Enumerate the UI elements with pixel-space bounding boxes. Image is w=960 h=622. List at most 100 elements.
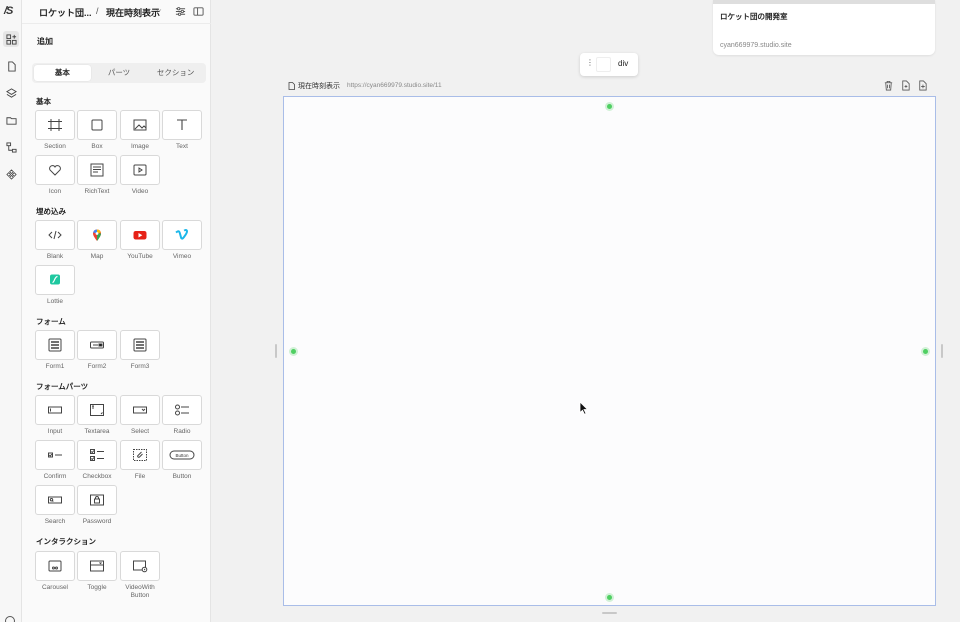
pages-icon[interactable]: [3, 58, 19, 74]
element-carousel[interactable]: Carousel: [35, 551, 75, 592]
element-confirm[interactable]: Confirm: [35, 440, 75, 481]
radio-icon: [175, 404, 189, 416]
button-icon: Button: [169, 450, 195, 460]
frame-label[interactable]: 現在時刻表示: [288, 81, 340, 91]
element-section[interactable]: Section: [35, 110, 75, 151]
selection-chip[interactable]: ⋮⋮ div: [580, 53, 638, 76]
resize-handle-left[interactable]: [291, 349, 296, 354]
lock-icon: [90, 494, 104, 506]
element-select[interactable]: Select: [120, 395, 160, 436]
left-rail: /S: [0, 0, 22, 622]
site-url[interactable]: cyan669979.studio.site: [720, 42, 792, 49]
element-swatch[interactable]: [596, 57, 611, 72]
element-textarea[interactable]: Textarea: [77, 395, 117, 436]
element-icon[interactable]: Icon: [35, 155, 75, 196]
toggle-icon: [90, 560, 104, 572]
element-label: Map: [90, 253, 104, 260]
element-search[interactable]: Search: [35, 485, 75, 526]
form-icon: [48, 338, 62, 352]
resize-handle-top[interactable]: [607, 104, 612, 109]
element-button[interactable]: Button Button: [162, 440, 202, 481]
panel-toggle-icon[interactable]: [193, 6, 204, 17]
duplicate-page-icon[interactable]: [900, 80, 911, 91]
resize-handle-bottom[interactable]: [607, 595, 612, 600]
tab-basic[interactable]: 基本: [34, 65, 91, 81]
youtube-icon: [133, 231, 147, 240]
code-icon: [48, 230, 62, 240]
element-youtube[interactable]: YouTube: [120, 220, 160, 261]
resize-handle-right[interactable]: [923, 349, 928, 354]
element-checkbox[interactable]: Checkbox: [77, 440, 117, 481]
element-label: Form3: [130, 363, 150, 370]
project-name[interactable]: ロケット団...: [39, 6, 92, 19]
element-label: Textarea: [84, 428, 110, 435]
element-label: Form1: [45, 363, 65, 370]
layers-icon[interactable]: [3, 85, 19, 101]
settings-sliders-icon[interactable]: [175, 6, 186, 17]
trash-icon[interactable]: [883, 80, 894, 91]
button-inner-label: Button: [175, 453, 189, 458]
element-label: Select: [130, 428, 150, 435]
video-button-icon: [133, 560, 148, 573]
element-video[interactable]: Video: [120, 155, 160, 196]
frame-url[interactable]: https://cyan669979.studio.site/11: [347, 82, 442, 89]
element-input[interactable]: Input: [35, 395, 75, 436]
element-form3[interactable]: Form3: [120, 330, 160, 371]
tab-sections[interactable]: セクション: [147, 65, 204, 81]
tab-parts[interactable]: パーツ: [91, 65, 148, 81]
element-text[interactable]: Text: [162, 110, 202, 151]
search-field-icon: [48, 496, 62, 504]
image-icon: [133, 119, 147, 131]
breadcrumb-separator: /: [96, 6, 99, 16]
element-radio[interactable]: Radio: [162, 395, 202, 436]
height-drag-bottom[interactable]: [602, 612, 617, 614]
chevron-down-icon[interactable]: ⌵: [156, 7, 161, 15]
element-label: RichText: [84, 188, 110, 195]
element-password[interactable]: Password: [77, 485, 117, 526]
element-form2[interactable]: Form2: [77, 330, 117, 371]
element-label: Checkbox: [82, 473, 112, 480]
width-drag-right[interactable]: [941, 344, 943, 358]
element-label: Vimeo: [172, 253, 192, 260]
element-label: Video: [131, 188, 149, 195]
element-label: Search: [44, 518, 66, 525]
richtext-icon: [90, 163, 104, 177]
folder-icon[interactable]: [3, 112, 19, 128]
element-lottie[interactable]: Lottie: [35, 265, 75, 306]
element-image[interactable]: Image: [120, 110, 160, 151]
element-map[interactable]: Map: [77, 220, 117, 261]
category-tabs: 基本 パーツ セクション: [32, 63, 206, 83]
element-label: Text: [176, 143, 188, 150]
mouse-cursor-icon: [579, 401, 589, 415]
element-toggle[interactable]: Toggle: [77, 551, 117, 592]
element-label: Confirm: [43, 473, 67, 480]
element-label: Section: [44, 143, 66, 150]
width-drag-left[interactable]: [275, 344, 277, 358]
element-label: Lottie: [47, 298, 63, 305]
page-selector[interactable]: 現在時刻表示: [106, 6, 160, 19]
element-video-with-button[interactable]: VideoWith Button: [120, 551, 160, 600]
top-bar: ロケット団... / 現在時刻表示 ⌵: [22, 0, 211, 24]
element-box[interactable]: Box: [77, 110, 117, 151]
checkbox-icon: [90, 449, 104, 461]
element-label: YouTube: [127, 253, 153, 260]
components-icon[interactable]: [3, 166, 19, 182]
element-label: Input: [47, 428, 63, 435]
frame-page-name: 現在時刻表示: [298, 83, 340, 90]
help-icon[interactable]: [5, 616, 15, 622]
add-page-icon[interactable]: [917, 80, 928, 91]
element-label: Image: [130, 143, 150, 150]
element-label: Icon: [48, 188, 62, 195]
element-richtext[interactable]: RichText: [77, 155, 117, 196]
add-elements-icon[interactable]: [3, 31, 19, 47]
group-title-interaction: インタラクション: [36, 537, 96, 546]
element-form1[interactable]: Form1: [35, 330, 75, 371]
element-blank[interactable]: Blank: [35, 220, 75, 261]
page-frame[interactable]: [283, 96, 936, 606]
studio-logo[interactable]: /S: [4, 5, 13, 17]
site-info-card[interactable]: ロケット団の開発室 cyan669979.studio.site: [713, 0, 935, 55]
element-vimeo[interactable]: Vimeo: [162, 220, 202, 261]
cms-icon[interactable]: [3, 139, 19, 155]
element-file[interactable]: File: [120, 440, 160, 481]
text-icon: [177, 119, 187, 130]
